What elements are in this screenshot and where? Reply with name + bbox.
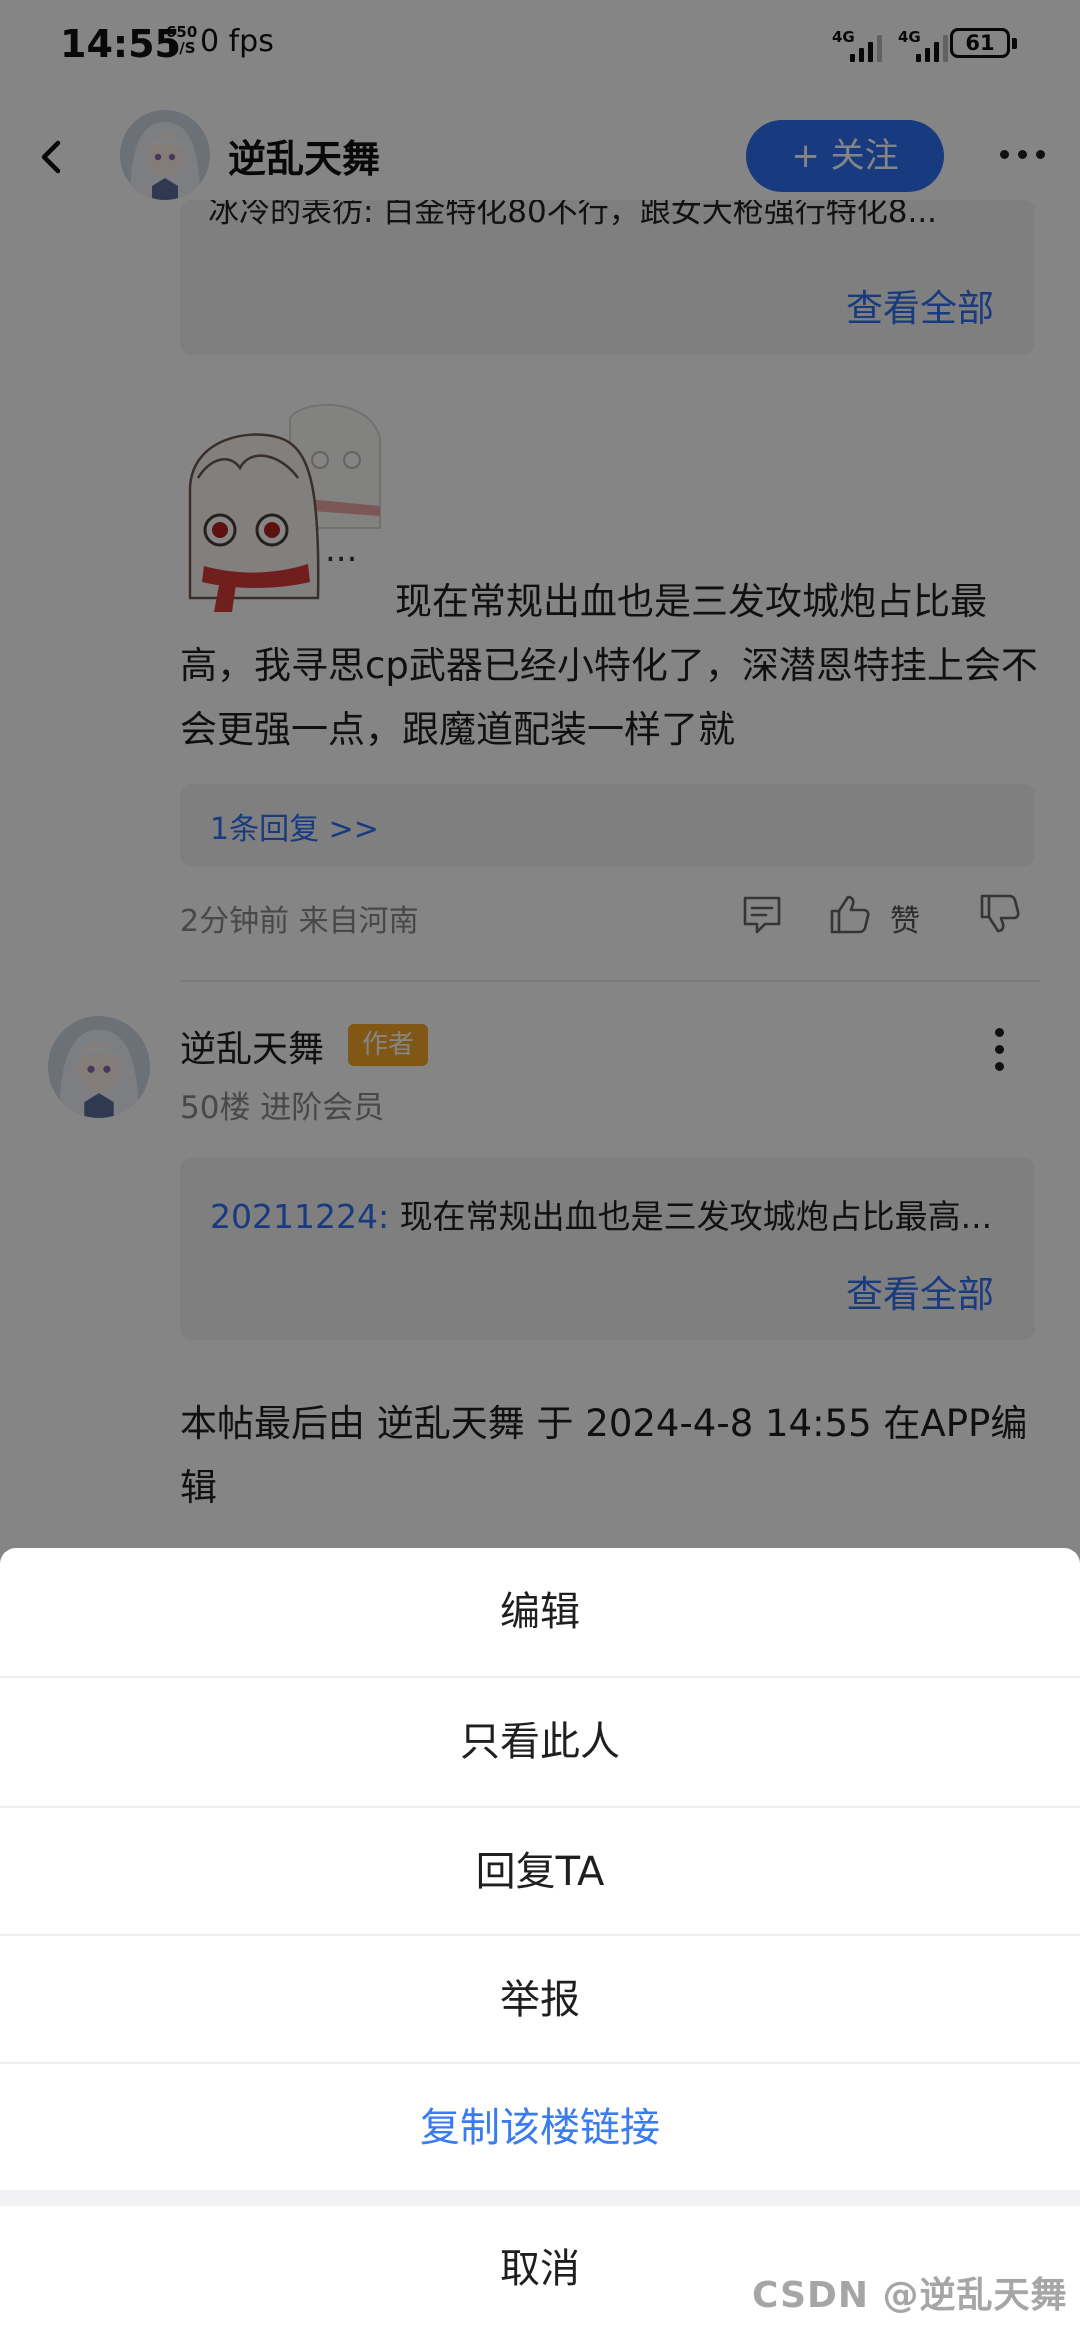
sheet-item-reply[interactable]: 回复TA — [0, 1808, 1080, 1936]
watermark: CSDN @逆乱天舞 — [752, 2275, 1068, 2316]
sheet-item-report[interactable]: 举报 — [0, 1936, 1080, 2064]
sheet-item-only-this-user[interactable]: 只看此人 — [0, 1678, 1080, 1806]
sheet-item-edit[interactable]: 编辑 — [0, 1548, 1080, 1676]
sheet-item-copy-link[interactable]: 复制该楼链接 — [0, 2064, 1080, 2192]
action-sheet: 编辑 只看此人 回复TA 举报 复制该楼链接 取消 — [0, 1548, 1080, 2331]
sheet-gap — [0, 2190, 1080, 2206]
